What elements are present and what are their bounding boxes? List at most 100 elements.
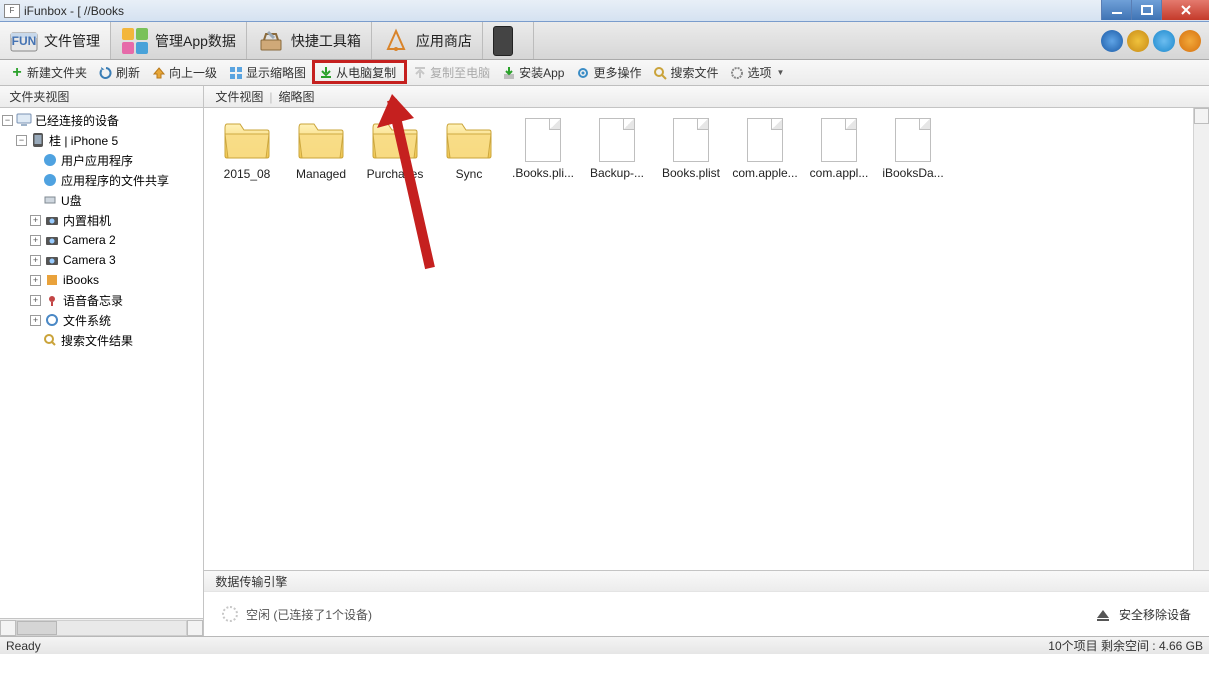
- files-vscrollbar[interactable]: [1193, 108, 1209, 570]
- tree-device[interactable]: − 桂 | iPhone 5: [0, 130, 203, 150]
- svg-text:FUN: FUN: [12, 34, 37, 48]
- tree-ibooks[interactable]: +iBooks: [0, 270, 203, 290]
- window-minimize-button[interactable]: [1101, 0, 1131, 20]
- arrow-up-icon: [152, 66, 166, 80]
- tree-search-results[interactable]: 搜索文件结果: [0, 330, 203, 350]
- expand-icon[interactable]: +: [30, 255, 41, 266]
- tree-camera3[interactable]: +Camera 3: [0, 250, 203, 270]
- tab-file-manager[interactable]: FUN 文件管理: [0, 22, 111, 59]
- toolbar-install-app[interactable]: 安装App: [496, 61, 570, 84]
- tab-app-store-label: 应用商店: [416, 31, 472, 51]
- info-icon[interactable]: [1153, 30, 1175, 52]
- tree-filesystem-label: 文件系统: [63, 312, 111, 329]
- item-name: .Books.pli...: [512, 166, 574, 180]
- weibo-icon[interactable]: [1179, 30, 1201, 52]
- main-tabstrip: FUN 文件管理 管理App数据 快捷工具箱 应用商店 ­­­­­­­­­­­: [0, 22, 1209, 60]
- folder-item[interactable]: 2015_08: [210, 118, 284, 181]
- scroll-up-button[interactable]: [1194, 108, 1209, 124]
- folder-item[interactable]: Sync: [432, 118, 506, 181]
- toolbar-search[interactable]: 搜索文件: [647, 61, 724, 84]
- scroll-track[interactable]: [16, 620, 187, 636]
- tab-app-data[interactable]: 管理App数据: [111, 22, 247, 59]
- eject-icon: [1097, 610, 1109, 618]
- toolbar-thumbnails[interactable]: 显示缩略图: [223, 61, 312, 84]
- window-maximize-button[interactable]: [1131, 0, 1161, 20]
- scroll-right-button[interactable]: [187, 620, 203, 636]
- tree-user-apps-label: 用户应用程序: [61, 152, 133, 169]
- toolbar-more-label: 更多操作: [593, 64, 641, 81]
- transfer-header-label: 数据传输引擎: [215, 573, 287, 590]
- tab-device[interactable]: ­­­­­­­­­­­: [483, 22, 534, 59]
- toolbar-up[interactable]: 向上一级: [146, 61, 223, 84]
- file-item[interactable]: com.appl...: [802, 118, 876, 181]
- toolbar-new-folder[interactable]: +新建文件夹: [4, 61, 93, 84]
- help-icon[interactable]: [1127, 30, 1149, 52]
- tree-app-file-sharing-label: 应用程序的文件共享: [61, 172, 169, 189]
- file-item[interactable]: .Books.pli...: [506, 118, 580, 181]
- window-close-button[interactable]: [1161, 0, 1209, 20]
- expand-icon[interactable]: +: [30, 235, 41, 246]
- sidebar-header-label: 文件夹视图: [9, 88, 69, 105]
- folder-icon: [222, 118, 272, 163]
- view-mode-bar: 文件视图 | 缩略图: [204, 86, 1209, 108]
- collapse-icon[interactable]: −: [2, 115, 13, 126]
- tab-app-data-label: 管理App数据: [155, 31, 236, 51]
- file-item[interactable]: Books.plist: [654, 118, 728, 181]
- item-name: Managed: [296, 167, 346, 181]
- device-thumbnail-icon: [493, 26, 513, 56]
- tree-voice[interactable]: +语音备忘录: [0, 290, 203, 310]
- sidebar-hscrollbar[interactable]: [0, 618, 203, 636]
- toolbar-new-folder-label: 新建文件夹: [27, 64, 87, 81]
- file-item[interactable]: iBooksDa...: [876, 118, 950, 181]
- camera-icon: [44, 212, 60, 228]
- tree-root-label: 已经连接的设备: [35, 112, 119, 129]
- tab-device-label: ­­­­­­­­­­­: [519, 33, 523, 48]
- toolbar-copy-from-pc[interactable]: 从电脑复制: [312, 60, 407, 84]
- folder-tree[interactable]: − 已经连接的设备 − 桂 | iPhone 5: [0, 108, 203, 618]
- view-file-button[interactable]: 文件视图: [215, 88, 263, 105]
- folder-item[interactable]: Managed: [284, 118, 358, 181]
- tab-app-store[interactable]: 应用商店: [372, 22, 483, 59]
- tree-usb[interactable]: U盘: [0, 190, 203, 210]
- toolbar-up-label: 向上一级: [169, 64, 217, 81]
- file-item[interactable]: Backup-...: [580, 118, 654, 181]
- tree-root[interactable]: − 已经连接的设备: [0, 110, 203, 130]
- file-grid[interactable]: 2015_08 Managed Purchases Sync .Books.pli...…: [204, 108, 1209, 570]
- expand-icon[interactable]: +: [30, 275, 41, 286]
- toolbar-refresh[interactable]: 刷新: [93, 61, 146, 84]
- tree-camera-label: 内置相机: [63, 212, 111, 229]
- tree-camera2[interactable]: +Camera 2: [0, 230, 203, 250]
- tab-toolbox[interactable]: 快捷工具箱: [247, 22, 372, 59]
- globe-blue-icon: [42, 152, 58, 168]
- expand-icon[interactable]: +: [30, 215, 41, 226]
- tree-user-apps[interactable]: 用户应用程序: [0, 150, 203, 170]
- collapse-icon[interactable]: −: [16, 135, 27, 146]
- globe-blue-icon: [42, 172, 58, 188]
- globe-icon[interactable]: [1101, 30, 1123, 52]
- tree-device-label: 桂 | iPhone 5: [49, 132, 118, 149]
- tab-toolbox-label: 快捷工具箱: [291, 31, 361, 51]
- toolbar-more[interactable]: 更多操作: [570, 61, 647, 84]
- expand-icon[interactable]: +: [30, 295, 41, 306]
- safe-eject-button[interactable]: 安全移除设备: [1097, 606, 1191, 623]
- folder-item[interactable]: Purchases: [358, 118, 432, 181]
- expand-icon[interactable]: +: [30, 315, 41, 326]
- item-name: Purchases: [367, 167, 424, 181]
- item-name: Sync: [456, 167, 483, 181]
- toolbar-options[interactable]: 选项▼: [724, 61, 790, 84]
- scroll-thumb[interactable]: [17, 621, 57, 635]
- transfer-body: 空闲 (已连接了1个设备) 安全移除设备: [204, 592, 1209, 636]
- tree-filesystem[interactable]: + 文件系统: [0, 310, 203, 330]
- install-icon: [502, 66, 516, 80]
- toolbar-refresh-label: 刷新: [116, 64, 140, 81]
- search-small-icon: [42, 332, 58, 348]
- view-thumb-button[interactable]: 缩略图: [278, 88, 314, 105]
- tree-app-file-sharing[interactable]: 应用程序的文件共享: [0, 170, 203, 190]
- thumbnails-icon: [229, 66, 243, 80]
- file-item[interactable]: com.apple...: [728, 118, 802, 181]
- scroll-left-button[interactable]: [0, 620, 16, 636]
- file-icon: [821, 118, 857, 162]
- separator: |: [269, 90, 272, 104]
- tree-camera[interactable]: + 内置相机: [0, 210, 203, 230]
- folder-icon: [444, 118, 494, 163]
